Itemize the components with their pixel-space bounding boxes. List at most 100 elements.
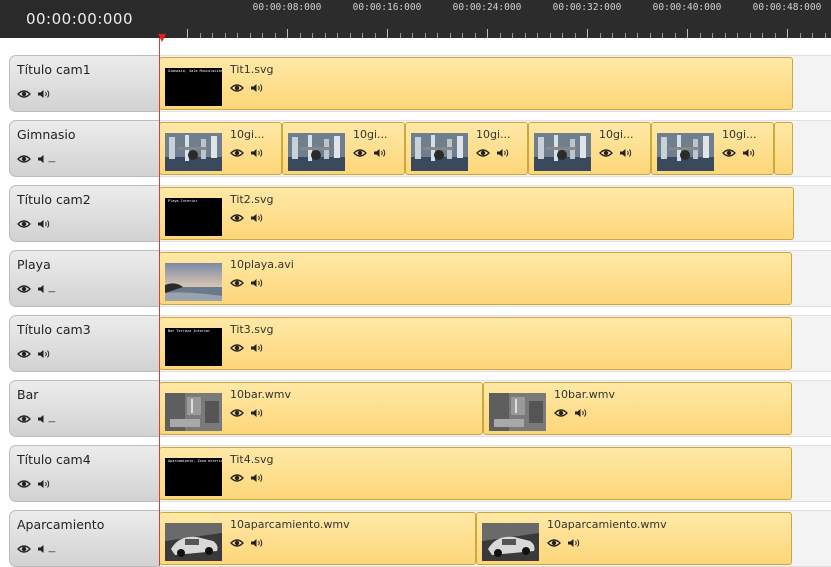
clip-speaker-icon[interactable]	[250, 208, 264, 227]
ruler-time-label: 00:00:08:000	[252, 2, 322, 13]
track: Título cam3 Bar Terraza Interior Tit3.svg	[0, 298, 831, 372]
title-thumbnail: Playa Interior	[165, 198, 222, 236]
bar-thumbnail	[489, 393, 546, 431]
clip-name: 10gi...	[722, 128, 757, 141]
clip-name: 10gi...	[230, 128, 265, 141]
clip-name: 10gi...	[599, 128, 634, 141]
clip-name: 10bar.wmv	[230, 388, 291, 401]
ruler-tick	[187, 29, 188, 38]
visibility-eye-icon[interactable]	[17, 409, 31, 428]
clip-visibility-eye-icon[interactable]	[230, 78, 244, 97]
visibility-eye-icon[interactable]	[17, 539, 31, 558]
clip-visibility-eye-icon[interactable]	[476, 143, 490, 162]
ruler-tick	[787, 29, 788, 38]
clip-visibility-eye-icon[interactable]	[230, 533, 244, 552]
clip-visibility-eye-icon[interactable]	[722, 143, 736, 162]
clip-speaker-icon[interactable]	[250, 143, 264, 162]
track-list: Título cam1 Gimnasio, Sala Musculación Tit…	[0, 38, 831, 567]
clip-speaker-icon[interactable]	[250, 273, 264, 292]
clip-visibility-eye-icon[interactable]	[230, 338, 244, 357]
track: Bar --- 10bar.wmv 10bar.wmv	[0, 363, 831, 437]
thumbnail-title-text: Playa Interior	[168, 199, 198, 203]
speaker-muted-icon[interactable]: ---	[37, 149, 56, 168]
speaker-icon[interactable]	[37, 214, 51, 233]
visibility-eye-icon[interactable]	[17, 149, 31, 168]
clip-visibility-eye-icon[interactable]	[547, 533, 561, 552]
clip-name: 10playa.avi	[230, 258, 294, 271]
clip-name: 10aparcamiento.wmv	[547, 518, 667, 531]
clip-name: 10bar.wmv	[554, 388, 615, 401]
timeline-clip[interactable]: 10aparcamiento.wmv	[159, 512, 476, 565]
track-name: Bar	[17, 387, 39, 402]
visibility-eye-icon[interactable]	[17, 344, 31, 363]
timeline-clip[interactable]: 10aparcamiento.wmv	[476, 512, 792, 565]
track-header[interactable]: Aparcamiento ---	[9, 510, 159, 567]
clip-visibility-eye-icon[interactable]	[230, 208, 244, 227]
title-thumbnail: Bar Terraza Interior	[165, 328, 222, 366]
clip-speaker-icon[interactable]	[619, 143, 633, 162]
clip-visibility-eye-icon[interactable]	[230, 468, 244, 487]
ruler-tick	[287, 29, 288, 38]
track-lane[interactable]: 10aparcamiento.wmv 10aparcamiento.wmv	[159, 510, 831, 567]
gym-thumbnail	[411, 133, 468, 171]
clip-speaker-icon[interactable]	[250, 533, 264, 552]
ruler-time-label: 00:00:48:000	[752, 2, 822, 13]
car-thumbnail	[482, 523, 539, 561]
timeline-ruler[interactable]: 00:00:08:000 00:00:16:000 00:00:24:000 00:0…	[159, 0, 831, 38]
track: Título cam4 Aparcamiento, Zona exterior Ti…	[0, 428, 831, 502]
bar-thumbnail	[165, 393, 222, 431]
ruler-tick	[487, 29, 488, 38]
visibility-eye-icon[interactable]	[17, 214, 31, 233]
ruler-time-label: 00:00:32:000	[552, 2, 622, 13]
ruler-tick	[387, 29, 388, 38]
speaker-muted-icon[interactable]: ---	[37, 409, 56, 428]
clip-name: Tit2.svg	[230, 193, 274, 206]
thumbnail-title-text: Aparcamiento, Zona exterior	[168, 459, 222, 463]
track: Título cam2 Playa Interior Tit2.svg	[0, 168, 831, 242]
thumbnail-title-text: Gimnasio, Sala Musculación	[168, 69, 222, 73]
clip-name: 10gi...	[476, 128, 511, 141]
playhead-line[interactable]	[159, 38, 160, 566]
clip-name: Tit3.svg	[230, 323, 274, 336]
track-name: Título cam2	[17, 192, 91, 207]
track-name: Aparcamiento	[17, 517, 105, 532]
visibility-eye-icon[interactable]	[17, 474, 31, 493]
title-thumbnail: Gimnasio, Sala Musculación	[165, 68, 222, 106]
clip-speaker-icon[interactable]	[567, 533, 581, 552]
visibility-eye-icon[interactable]	[17, 279, 31, 298]
clip-visibility-eye-icon[interactable]	[599, 143, 613, 162]
clip-speaker-icon[interactable]	[496, 143, 510, 162]
clip-name: 10aparcamiento.wmv	[230, 518, 350, 531]
speaker-icon[interactable]	[37, 84, 51, 103]
visibility-eye-icon[interactable]	[17, 84, 31, 103]
gym-thumbnail	[165, 133, 222, 171]
clip-visibility-eye-icon[interactable]	[230, 403, 244, 422]
car-thumbnail	[165, 523, 222, 561]
beach-thumbnail	[165, 263, 222, 301]
gym-thumbnail	[657, 133, 714, 171]
clip-speaker-icon[interactable]	[574, 403, 588, 422]
clip-speaker-icon[interactable]	[742, 143, 756, 162]
speaker-icon[interactable]	[37, 474, 51, 493]
ruler-tick	[587, 29, 588, 38]
gym-thumbnail	[288, 133, 345, 171]
clip-speaker-icon[interactable]	[250, 78, 264, 97]
clip-speaker-icon[interactable]	[250, 468, 264, 487]
track: Aparcamiento --- 10aparcamiento.wmv 10aparc…	[0, 493, 831, 567]
ruler-time-label: 00:00:40:000	[652, 2, 722, 13]
speaker-muted-icon[interactable]: ---	[37, 539, 56, 558]
track-name: Gimnasio	[17, 127, 76, 142]
clip-visibility-eye-icon[interactable]	[353, 143, 367, 162]
clip-visibility-eye-icon[interactable]	[230, 143, 244, 162]
clip-speaker-icon[interactable]	[250, 338, 264, 357]
speaker-muted-icon[interactable]: ---	[37, 279, 56, 298]
clip-visibility-eye-icon[interactable]	[554, 403, 568, 422]
speaker-icon[interactable]	[37, 344, 51, 363]
clip-name: Tit4.svg	[230, 453, 274, 466]
clip-speaker-icon[interactable]	[250, 403, 264, 422]
timecode-display: 00:00:00:000	[0, 0, 159, 38]
clip-speaker-icon[interactable]	[373, 143, 387, 162]
clip-visibility-eye-icon[interactable]	[230, 273, 244, 292]
track-name: Playa	[17, 257, 51, 272]
thumbnail-title-text: Bar Terraza Interior	[168, 329, 211, 333]
